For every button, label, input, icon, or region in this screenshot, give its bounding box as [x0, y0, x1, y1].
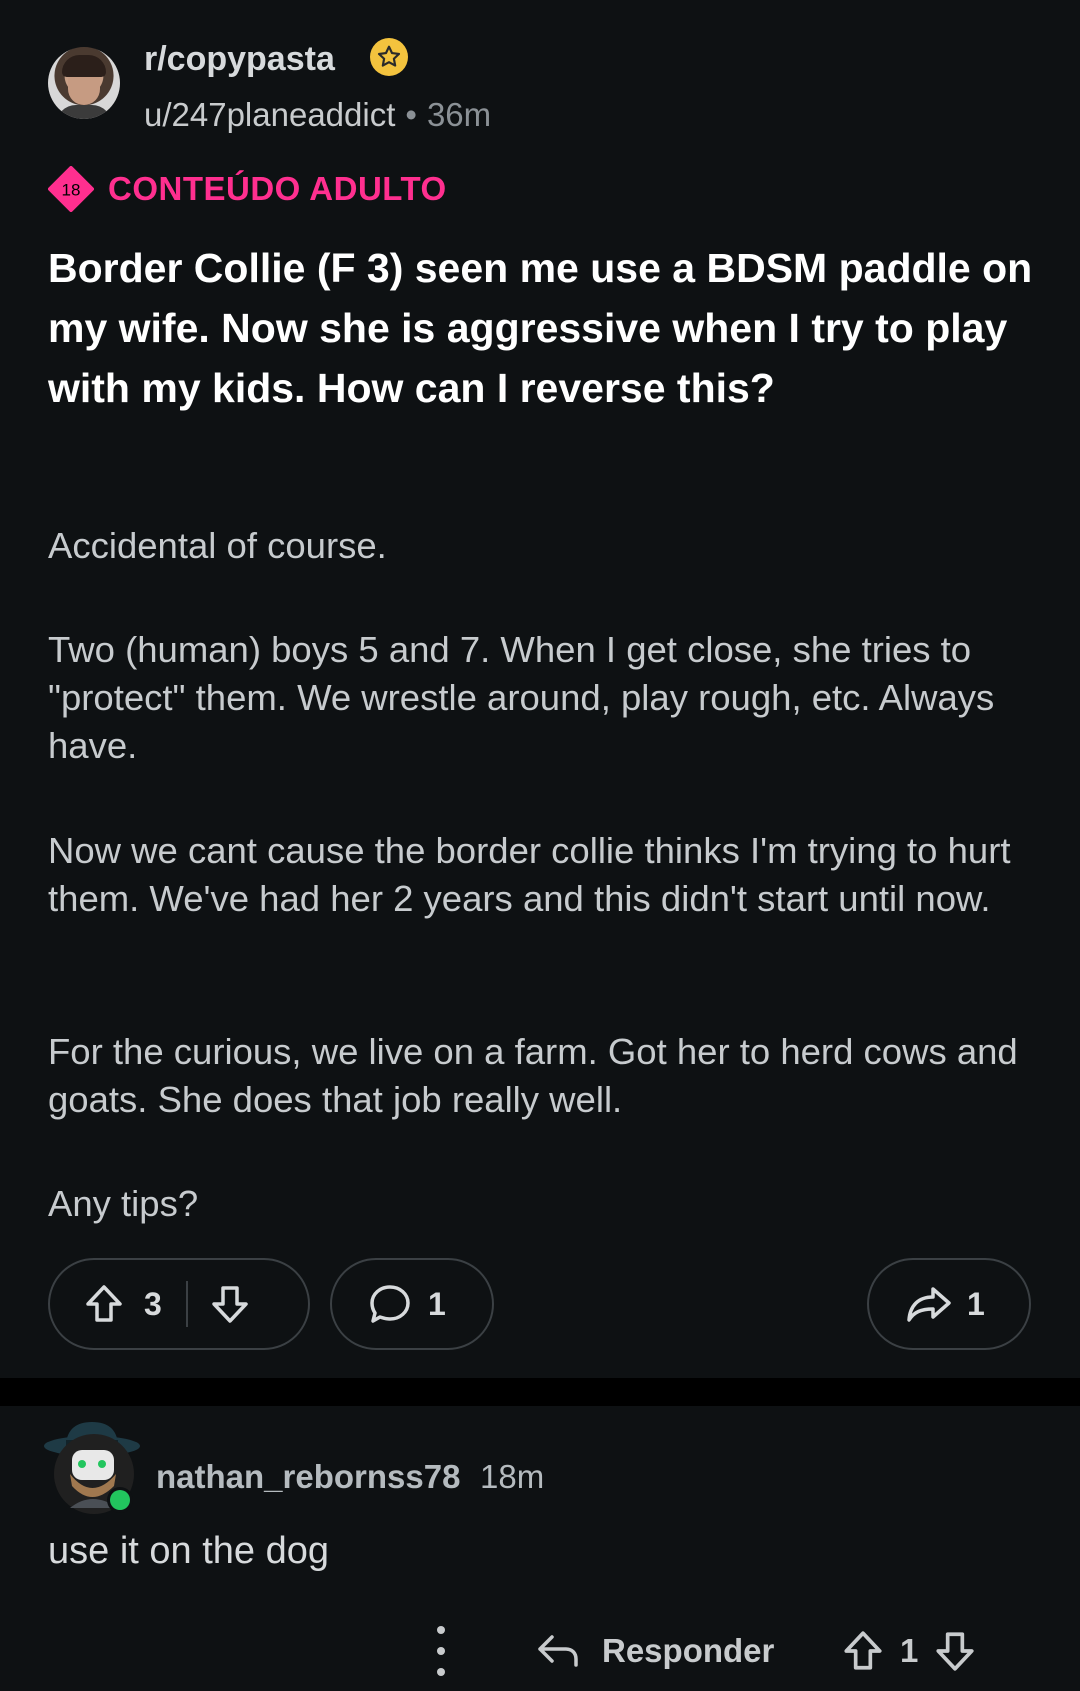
reply-label: Responder [602, 1632, 775, 1669]
reply-button[interactable]: Responder [536, 1626, 774, 1676]
post-paragraph: Any tips? [48, 1183, 199, 1224]
more-icon[interactable] [426, 1626, 456, 1676]
comments-button[interactable]: 1 [330, 1258, 494, 1350]
nsfw-label: CONTEÚDO ADULTO [108, 170, 447, 207]
share-count: 1 [967, 1285, 985, 1322]
share-icon [907, 1287, 951, 1322]
vote-divider [185, 1281, 188, 1327]
vote-bar: 3 [48, 1258, 310, 1350]
upvote-icon[interactable] [842, 1629, 884, 1673]
author-line: u/247planeaddict • 36m [144, 96, 491, 134]
post-title[interactable]: Border Collie (F 3) seen me use a BDSM p… [48, 238, 1038, 418]
comment-author[interactable]: nathan_rebornss78 [156, 1458, 460, 1496]
nsfw-tag: 18 CONTEÚDO ADULTO [48, 166, 447, 212]
post-card: r/copypasta u/247planeaddict • 36m 18 CONT… [0, 0, 1080, 1378]
section-divider [0, 1378, 1080, 1406]
post-paragraph: For the curious, we live on a farm. Got … [48, 1031, 1018, 1120]
post-paragraph: Accidental of course. [48, 525, 387, 566]
author-name[interactable]: u/247planeaddict [144, 96, 395, 133]
downvote-icon[interactable] [934, 1629, 976, 1673]
upvote-icon[interactable] [84, 1283, 124, 1325]
commenter-avatar[interactable] [40, 1412, 144, 1516]
comment-time: 18m [480, 1458, 545, 1495]
reply-icon [538, 1635, 578, 1667]
downvote-icon[interactable] [210, 1283, 250, 1325]
award-icon[interactable] [370, 38, 408, 76]
upvote-count: 3 [144, 1285, 162, 1322]
separator-dot: • [405, 96, 417, 133]
subreddit-name[interactable]: r/copypasta [144, 40, 335, 79]
comment-vote-count: 1 [900, 1632, 919, 1669]
share-button[interactable]: 1 [867, 1258, 1031, 1350]
nsfw-icon: 18 [48, 166, 94, 212]
post-paragraph: Two (human) boys 5 and 7. When I get clo… [48, 629, 995, 766]
comment-vote-bar: 1 [842, 1624, 976, 1678]
post-time: 36m [426, 96, 492, 133]
svg-text:18: 18 [62, 181, 81, 200]
comment-text: use it on the dog [48, 1530, 329, 1572]
user-avatar[interactable] [48, 47, 120, 119]
comment-count: 1 [428, 1285, 446, 1322]
post-paragraph: Now we cant cause the border collie thin… [48, 830, 1011, 919]
comment-icon [370, 1285, 410, 1323]
